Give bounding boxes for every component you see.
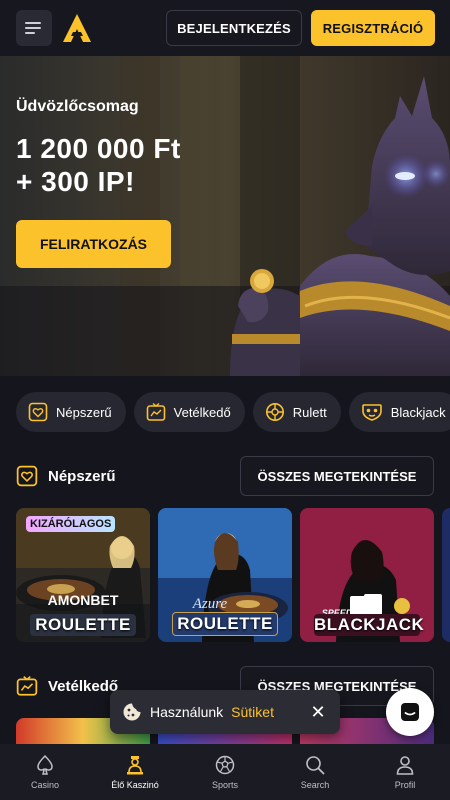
- top-header: BEJELENTKEZÉS REGISZTRÁCIÓ: [0, 0, 450, 56]
- soccer-ball-icon: [215, 755, 235, 775]
- popular-section-header: Népszerű ÖSSZES MEGTEKINTÉSE: [16, 456, 434, 496]
- nav-sports[interactable]: Sports: [180, 754, 270, 790]
- menu-button[interactable]: [16, 10, 52, 46]
- hero-amount-line1: 1 200 000 Ft: [16, 133, 181, 164]
- category-chips: Népszerű Vetélkedő Rulett Blackjack: [16, 392, 450, 432]
- cards-icon: [361, 404, 382, 421]
- popular-games-row: KIZÁRÓLAGOS AMONBET ROULETTE Azure ROULE…: [16, 508, 450, 642]
- chip-quiz[interactable]: Vetélkedő: [133, 392, 245, 432]
- bottom-nav: Casino Élő Kaszinó Sports Search Profil: [0, 744, 450, 800]
- game-title: ROULETTE: [30, 614, 136, 636]
- section-title: Népszerű: [48, 467, 116, 485]
- search-icon: [306, 756, 325, 775]
- game-title: BLACKJACK: [314, 614, 425, 636]
- game-tile-amonbet-roulette[interactable]: KIZÁRÓLAGOS AMONBET ROULETTE: [16, 508, 150, 642]
- login-button[interactable]: BEJELENTKEZÉS: [166, 10, 302, 46]
- nav-search[interactable]: Search: [270, 754, 360, 790]
- roulette-icon: [265, 403, 284, 421]
- nav-label: Élő Kaszinó: [111, 780, 159, 790]
- nav-casino[interactable]: Casino: [0, 754, 90, 790]
- chip-popular[interactable]: Népszerű: [16, 392, 126, 432]
- register-button[interactable]: REGISZTRÁCIÓ: [311, 10, 435, 46]
- see-all-popular-button[interactable]: ÖSSZES MEGTEKINTÉSE: [240, 456, 434, 496]
- spade-icon: [37, 754, 53, 775]
- cookie-link[interactable]: Sütiket: [231, 704, 274, 720]
- tv-chart-icon: [146, 402, 165, 421]
- game-title: ROULETTE: [172, 612, 278, 636]
- hero-bonus-amount: 1 200 000 Ft + 300 IP!: [16, 132, 181, 198]
- game-tile-partial[interactable]: [442, 508, 450, 642]
- chip-label: Népszerű: [56, 404, 112, 420]
- user-icon: [396, 756, 414, 775]
- cookie-close-button[interactable]: ✕: [308, 702, 328, 722]
- chip-label: Vetélkedő: [173, 404, 231, 420]
- hero-banner[interactable]: Üdvözlőcsomag 1 200 000 Ft + 300 IP! FEL…: [0, 56, 450, 376]
- heart-icon: [28, 402, 48, 422]
- nav-live-casino[interactable]: Élő Kaszinó: [90, 754, 180, 790]
- nav-label: Search: [300, 780, 330, 790]
- hero-amount-line2: + 300 IP!: [16, 166, 135, 197]
- cookie-toast: Használunk Sütiket ✕: [110, 690, 340, 734]
- logo-icon[interactable]: [60, 11, 94, 45]
- nav-label: Profil: [394, 780, 416, 790]
- chip-blackjack[interactable]: Blackjack: [348, 392, 450, 432]
- chip-label: Rulett: [292, 404, 327, 420]
- chat-button[interactable]: [386, 688, 434, 736]
- chip-roulette[interactable]: Rulett: [252, 392, 341, 432]
- signup-button[interactable]: FELIRATKOZÁS: [16, 220, 171, 268]
- game-brand: AMONBET: [47, 592, 119, 608]
- section-title: Vetélkedő: [48, 677, 119, 695]
- cookie-text: Használunk: [150, 704, 224, 720]
- cookie-icon: [123, 703, 141, 721]
- chat-icon: [401, 703, 419, 721]
- hero-welcome-text: Üdvözlőcsomag: [16, 98, 139, 115]
- chip-label: Blackjack: [390, 404, 446, 420]
- game-tile-azure-roulette[interactable]: Azure ROULETTE: [158, 508, 292, 642]
- hamburger-icon: [25, 22, 41, 34]
- app-page: BEJELENTKEZÉS REGISZTRÁCIÓ Üdvözlőcsomag…: [0, 0, 450, 800]
- dealer-icon: [127, 756, 143, 775]
- heart-icon: [16, 465, 38, 487]
- nav-label: Sports: [211, 780, 238, 790]
- exclusive-badge: KIZÁRÓLAGOS: [26, 516, 116, 532]
- nav-label: Casino: [30, 780, 59, 790]
- game-brand: Azure: [192, 596, 228, 612]
- nav-profile[interactable]: Profil: [360, 754, 450, 790]
- game-tile-speed-blackjack[interactable]: SPEED BLACKJACK: [300, 508, 434, 642]
- tv-chart-icon: [16, 676, 38, 696]
